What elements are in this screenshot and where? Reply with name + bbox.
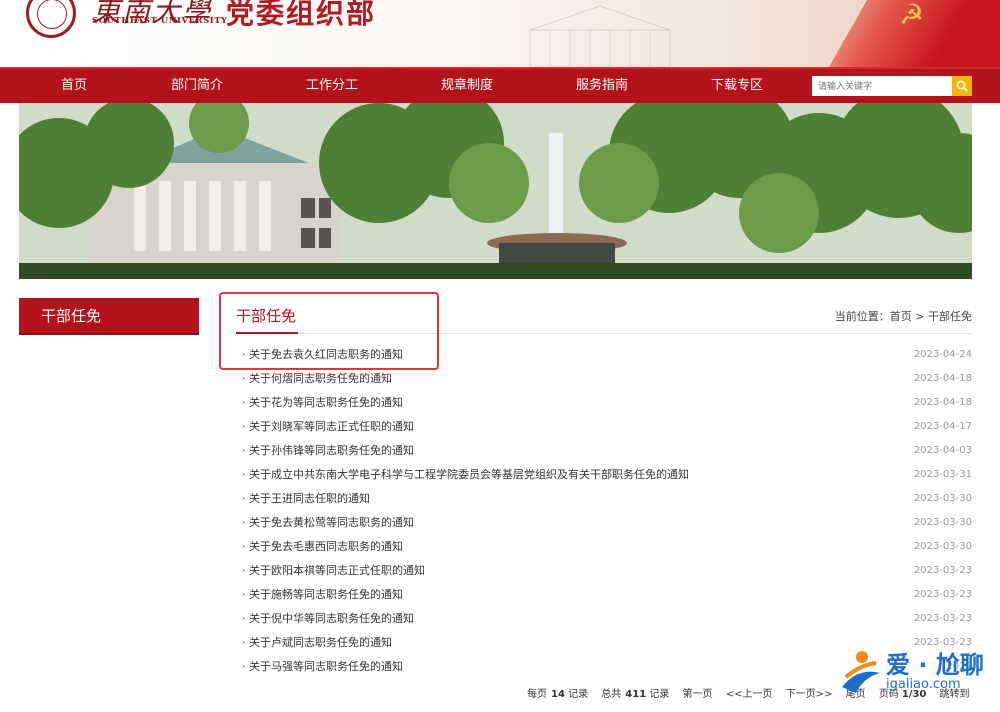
university-name-en: SOUTHEAST UNIVERSITY bbox=[92, 16, 228, 26]
list-item[interactable]: · 关于王进同志任职的通知 2023-03-30 bbox=[242, 487, 972, 511]
list-item[interactable]: · 关于成立中共东南大学电子科学与工程学院委员会等基层党组织及有关干部职务任免的… bbox=[242, 463, 972, 487]
notice-list: · 关于免去袁久红同志职务的通知 2023-04-24 · 关于何熠同志职务任免的… bbox=[242, 343, 972, 679]
list-item-date: 2023-03-30 bbox=[913, 493, 972, 504]
nav-item-about[interactable]: 部门简介 bbox=[152, 69, 242, 103]
list-item-title[interactable]: · 关于何熠同志职务任免的通知 bbox=[242, 367, 392, 391]
watermark: 爱 · 尬聊 igaliao.com bbox=[838, 645, 998, 700]
watermark-site: igaliao.com bbox=[886, 677, 961, 692]
list-item-title[interactable]: · 关于免去毛惠西同志职务的通知 bbox=[242, 535, 403, 559]
university-seal-icon bbox=[26, 0, 76, 38]
nav-item-regulations[interactable]: 规章制度 bbox=[422, 69, 512, 103]
total-label: 总共 bbox=[601, 689, 622, 700]
list-item-date: 2023-04-17 bbox=[913, 421, 972, 432]
list-item-title[interactable]: · 关于免去袁久红同志职务的通知 bbox=[242, 343, 403, 367]
list-item-date: 2023-03-23 bbox=[913, 589, 972, 600]
list-item-title[interactable]: · 关于免去黄松莺等同志职务的通知 bbox=[242, 511, 414, 535]
list-item-title[interactable]: · 关于倪中华等同志职务任免的通知 bbox=[242, 607, 414, 631]
header-building-icon bbox=[529, 5, 671, 67]
department-title: 党委组织部 bbox=[226, 0, 377, 30]
list-item-title[interactable]: · 关于孙伟锋等同志职务任免的通知 bbox=[242, 439, 414, 463]
search-input[interactable] bbox=[812, 76, 952, 96]
first-page-link[interactable]: 第一页 bbox=[683, 689, 713, 700]
list-item-title[interactable]: · 关于马强等同志职务任免的通知 bbox=[242, 655, 403, 679]
hammer-sickle-icon: ☭ bbox=[898, 0, 924, 31]
list-item-title[interactable]: · 关于成立中共东南大学电子科学与工程学院委员会等基层党组织及有关干部职务任免的… bbox=[242, 463, 689, 487]
list-item[interactable]: · 关于欧阳本祺等同志正式任职的通知 2023-03-23 bbox=[242, 559, 972, 583]
list-item-title[interactable]: · 关于王进同志任职的通知 bbox=[242, 487, 370, 511]
nav-item-duties[interactable]: 工作分工 bbox=[287, 69, 377, 103]
list-item-date: 2023-03-31 bbox=[913, 469, 972, 480]
site-header: 東南大學 SOUTHEAST UNIVERSITY 党委组织部 ☭ bbox=[0, 0, 1000, 67]
list-item[interactable]: · 关于免去袁久红同志职务的通知 2023-04-24 bbox=[242, 343, 972, 367]
per-page-count: 14 bbox=[551, 689, 565, 700]
list-item-date: 2023-04-24 bbox=[913, 349, 972, 360]
list-item-title[interactable]: · 关于欧阳本祺等同志正式任职的通知 bbox=[242, 559, 425, 583]
total-unit: 记录 bbox=[649, 689, 670, 700]
list-item-title[interactable]: · 关于施畅等同志职务任免的通知 bbox=[242, 583, 403, 607]
list-item[interactable]: · 关于何熠同志职务任免的通知 2023-04-18 bbox=[242, 367, 972, 391]
list-item-date: 2023-04-18 bbox=[913, 397, 972, 408]
sidebar-item-cadre-appointments[interactable]: 干部任免 bbox=[19, 298, 199, 335]
list-item[interactable]: · 关于倪中华等同志职务任免的通知 2023-03-23 bbox=[242, 607, 972, 631]
main-nav: 首页 部门简介 工作分工 规章制度 服务指南 下载专区 bbox=[0, 67, 1000, 103]
breadcrumb: 当前位置：首页 > 干部任免 bbox=[834, 310, 972, 323]
per-page-info: 每页 14 记录 bbox=[527, 689, 588, 700]
list-item-date: 2023-03-23 bbox=[913, 565, 972, 576]
list-item[interactable]: · 关于免去黄松莺等同志职务的通知 2023-03-30 bbox=[242, 511, 972, 535]
list-item-date: 2023-03-23 bbox=[913, 613, 972, 624]
list-item-title[interactable]: · 关于卢斌同志职务任免的通知 bbox=[242, 631, 392, 655]
list-item-date: 2023-04-03 bbox=[913, 445, 972, 456]
total-count: 411 bbox=[625, 689, 647, 700]
list-item[interactable]: · 关于花为等同志职务任免的通知 2023-04-18 bbox=[242, 391, 972, 415]
list-item-title[interactable]: · 关于花为等同志职务任免的通知 bbox=[242, 391, 403, 415]
list-item-title[interactable]: · 关于刘晓军等同志正式任职的通知 bbox=[242, 415, 414, 439]
nav-item-home[interactable]: 首页 bbox=[29, 69, 119, 103]
list-item[interactable]: · 关于免去毛惠西同志职务的通知 2023-03-30 bbox=[242, 535, 972, 559]
campus-banner-image bbox=[19, 103, 972, 279]
nav-item-downloads[interactable]: 下载专区 bbox=[692, 69, 782, 103]
list-item-date: 2023-03-30 bbox=[913, 517, 972, 528]
search-button[interactable] bbox=[952, 76, 972, 96]
watermark-text: 爱 · 尬聊 bbox=[886, 651, 984, 679]
total-info: 总共 411 记录 bbox=[601, 689, 669, 700]
list-item-date: 2023-03-30 bbox=[913, 541, 972, 552]
per-page-unit: 记录 bbox=[568, 689, 589, 700]
next-page-link[interactable]: 下一页>> bbox=[786, 689, 833, 700]
list-item[interactable]: · 关于刘晓军等同志正式任职的通知 2023-04-17 bbox=[242, 415, 972, 439]
prev-page-link[interactable]: <<上一页 bbox=[726, 689, 773, 700]
watermark-logo-icon bbox=[842, 651, 880, 693]
per-page-label: 每页 bbox=[527, 689, 547, 700]
nav-item-service-guide[interactable]: 服务指南 bbox=[557, 69, 647, 103]
list-item[interactable]: · 关于施畅等同志职务任免的通知 2023-03-23 bbox=[242, 583, 972, 607]
list-item[interactable]: · 关于孙伟锋等同志职务任免的通知 2023-04-03 bbox=[242, 439, 972, 463]
list-item-date: 2023-04-18 bbox=[913, 373, 972, 384]
search-icon bbox=[956, 80, 968, 92]
